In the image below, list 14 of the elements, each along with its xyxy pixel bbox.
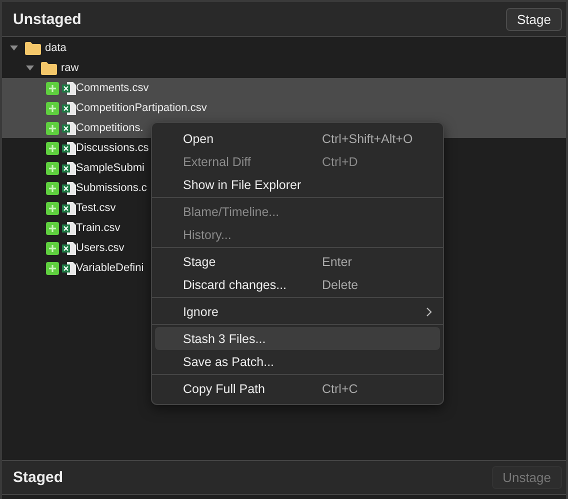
folder-name: data <box>45 42 66 54</box>
file-name: VariableDefini <box>76 262 144 274</box>
file-name: SampleSubmi <box>76 162 144 174</box>
file-name: Discussions.cs <box>76 142 149 154</box>
file-name: Train.csv <box>76 222 120 234</box>
file-name: Submissions.c <box>76 182 147 194</box>
file-name: Test.csv <box>76 202 116 214</box>
folder-name: raw <box>61 62 79 74</box>
file-name: Users.csv <box>76 242 124 254</box>
section-title: Staged <box>13 469 64 486</box>
file-name: Competitions. <box>76 122 144 134</box>
file-name: CompetitionPartipation.csv <box>76 102 207 114</box>
file-name: Comments.csv <box>76 82 149 94</box>
section-title: Unstaged <box>13 10 82 28</box>
